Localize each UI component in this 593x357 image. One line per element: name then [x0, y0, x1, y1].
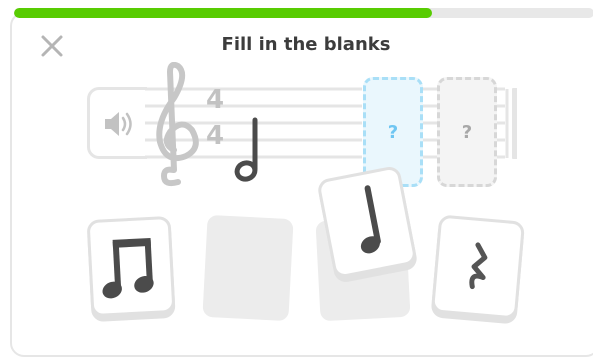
treble-clef-icon	[156, 62, 199, 187]
page-title: Fill in the blanks	[221, 34, 391, 55]
beamed-eighth-notes-icon	[102, 237, 154, 299]
choice-quarter-rest[interactable]	[430, 214, 526, 320]
choice-empty-slot-1	[202, 214, 294, 322]
quarter-rest-icon	[469, 242, 488, 290]
time-signature-top: 4	[206, 85, 225, 115]
quarter-note-icon	[360, 185, 381, 254]
progress-bar	[14, 8, 593, 18]
time-signature-bottom: 4	[206, 121, 225, 151]
choice-eighth-notes[interactable]	[86, 215, 176, 318]
blank-1-label: ?	[387, 121, 399, 143]
progress-bar-fill	[14, 8, 432, 18]
answer-blank-2[interactable]: ?	[437, 77, 497, 187]
play-audio-button[interactable]	[87, 87, 147, 159]
half-note-icon	[234, 117, 258, 182]
speaker-icon	[105, 112, 132, 136]
blank-2-label: ?	[461, 121, 473, 143]
